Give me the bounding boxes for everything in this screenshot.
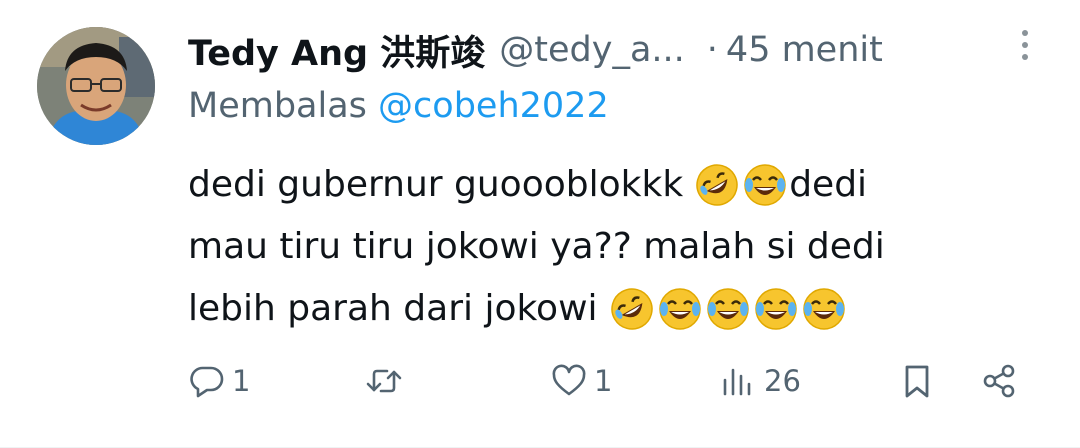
author-avatar[interactable]: [37, 27, 155, 145]
retweet-icon: [365, 362, 403, 400]
face-with-tears-of-joy-icon: [802, 287, 846, 331]
reply-button[interactable]: 1: [188, 350, 250, 412]
tweet-action-bar: 1 1 26: [0, 350, 1080, 412]
share-button[interactable]: [980, 350, 1018, 412]
reply-prefix: Membalas: [188, 86, 367, 126]
tweet-text-segment: lebih parah dari jokowi: [188, 288, 598, 329]
retweet-button[interactable]: [365, 350, 409, 412]
tweet-text-segment: mau tiru tiru jokowi ya?? malah si dedi: [188, 226, 885, 267]
bookmark-icon: [898, 362, 936, 400]
author-handle[interactable]: @tedy_a...: [499, 30, 685, 70]
rolling-on-floor-laughing-icon: [695, 163, 739, 207]
reply-mention-link[interactable]: @cobeh2022: [378, 86, 609, 126]
face-with-tears-of-joy-icon: [706, 287, 750, 331]
reply-context: Membalas @cobeh2022: [188, 86, 609, 126]
author-name[interactable]: Tedy Ang 洪斯竣: [188, 25, 485, 76]
tweet-text-line-1: dedi gubernur guoooblokkk dedi: [188, 154, 988, 216]
tweet-time[interactable]: 45 menit: [726, 30, 883, 70]
tweet-text-segment: dedi gubernur guoooblokkk: [188, 164, 684, 205]
tweet-text-segment: dedi: [789, 164, 868, 205]
face-with-tears-of-joy-icon: [658, 287, 702, 331]
views-count: 26: [764, 364, 801, 398]
avatar-photo: [37, 27, 155, 145]
tweet-text: dedi gubernur guoooblokkk dedi mau tiru …: [188, 154, 988, 340]
tweet-text-line-3: lebih parah dari jokowi: [188, 278, 988, 340]
views-button[interactable]: 26: [720, 350, 801, 412]
bookmark-button[interactable]: [898, 350, 936, 412]
face-with-tears-of-joy-icon: [754, 287, 798, 331]
face-with-tears-of-joy-icon: [743, 163, 787, 207]
tweet-text-line-2: mau tiru tiru jokowi ya?? malah si dedi: [188, 216, 988, 278]
views-icon: [720, 362, 758, 400]
rolling-on-floor-laughing-icon: [610, 287, 654, 331]
separator-dot: ·: [706, 30, 718, 70]
like-count: 1: [594, 364, 613, 398]
tweet-header: Tedy Ang 洪斯竣 @tedy_a... · 45 menit: [188, 22, 1040, 78]
heart-icon: [550, 362, 588, 400]
reply-icon: [188, 362, 226, 400]
share-icon: [980, 362, 1018, 400]
reply-count: 1: [232, 364, 251, 398]
more-vertical-icon[interactable]: [1018, 30, 1032, 70]
like-button[interactable]: 1: [550, 350, 612, 412]
